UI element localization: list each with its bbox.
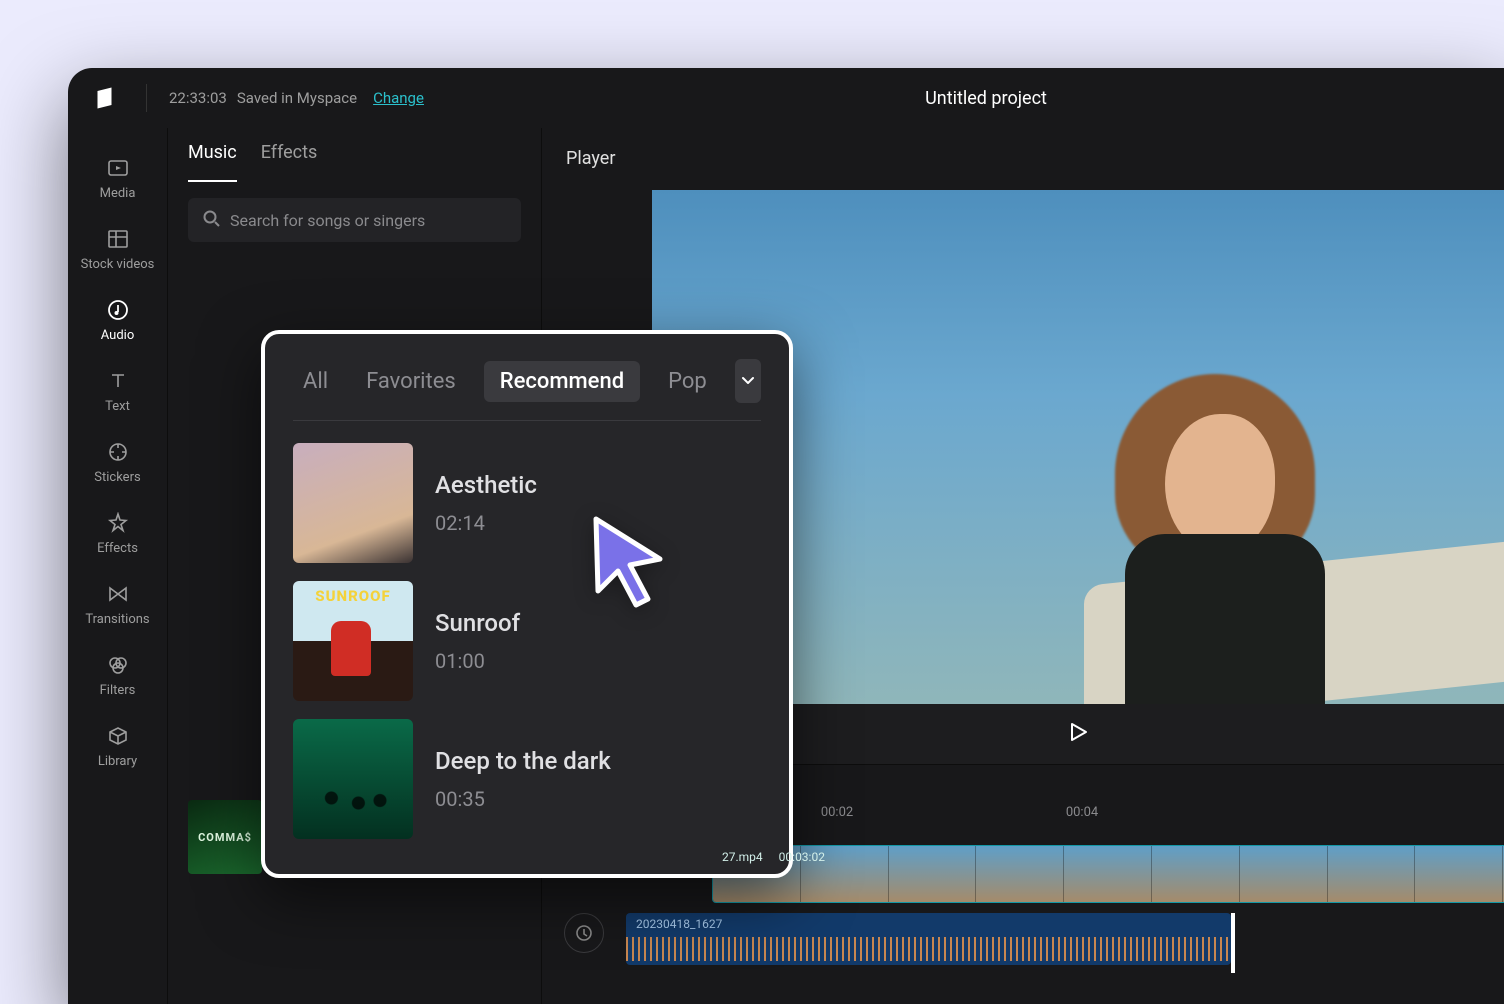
save-status: 22:33:03 Saved in Myspace Change: [169, 89, 424, 107]
popup-tab-pop[interactable]: Pop: [658, 363, 717, 400]
effects-icon: [106, 511, 130, 535]
rail-item-filters[interactable]: Filters: [68, 651, 167, 700]
preview-person-shape: [1035, 334, 1375, 704]
video-clip-label: 27.mp4 00:03:02: [722, 845, 825, 865]
stickers-icon: [106, 440, 130, 464]
search-input[interactable]: [230, 211, 507, 230]
song-duration: 02:14: [435, 511, 537, 535]
left-rail: Media Stock videos Audio Text Stickers E…: [68, 128, 168, 1004]
timeline-import-button[interactable]: [564, 913, 604, 953]
popup-expand-button[interactable]: [735, 359, 761, 403]
audio-clip-name: 20230418_1627: [636, 917, 722, 931]
rail-label: Stickers: [94, 470, 140, 485]
save-message: Saved in Myspace: [237, 89, 357, 107]
divider: [293, 420, 761, 421]
popup-song-list: Aesthetic 02:14 Sunroof 01:00 Deep to th…: [293, 443, 761, 839]
video-clip[interactable]: [712, 845, 1504, 903]
app-window: 22:33:03 Saved in Myspace Change Untitle…: [68, 68, 1504, 1004]
timeline-ruler[interactable]: 00:02 00:04: [712, 805, 1504, 835]
rail-label: Library: [98, 754, 137, 769]
audio-clip[interactable]: 20230418_1627: [626, 913, 1231, 965]
playhead[interactable]: [1231, 913, 1235, 973]
album-cover: [293, 719, 413, 839]
rail-label: Effects: [97, 541, 138, 556]
app-logo-icon[interactable]: [92, 82, 124, 114]
popup-tab-recommend[interactable]: Recommend: [484, 361, 640, 402]
rail-label: Transitions: [85, 612, 149, 627]
rail-label: Audio: [101, 328, 134, 343]
chevron-down-icon: [739, 372, 757, 390]
song-row-deep[interactable]: Deep to the dark 00:35: [293, 719, 761, 839]
song-row-sunroof[interactable]: Sunroof 01:00: [293, 581, 761, 701]
clip-filename: 27.mp4: [722, 850, 763, 864]
library-icon: [106, 724, 130, 748]
play-button[interactable]: [1068, 722, 1088, 746]
rail-item-library[interactable]: Library: [68, 722, 167, 771]
rail-label: Stock videos: [81, 257, 155, 272]
song-title: Aesthetic: [435, 471, 537, 499]
album-cover: [293, 443, 413, 563]
text-icon: [106, 369, 130, 393]
topbar: 22:33:03 Saved in Myspace Change Untitle…: [68, 68, 1504, 128]
search-icon: [202, 209, 220, 231]
project-title[interactable]: Untitled project: [686, 68, 1286, 128]
divider: [146, 84, 147, 112]
popup-tabs: All Favorites Recommend Pop: [293, 356, 761, 406]
rail-item-audio[interactable]: Audio: [68, 296, 167, 345]
rail-item-text[interactable]: Text: [68, 367, 167, 416]
song-title: Deep to the dark: [435, 747, 611, 775]
filters-icon: [106, 653, 130, 677]
change-link[interactable]: Change: [373, 89, 424, 107]
song-duration: 01:00: [435, 649, 520, 673]
song-title: Sunroof: [435, 609, 520, 637]
media-icon: [106, 156, 130, 180]
rail-label: Media: [100, 186, 136, 201]
popup-tab-favorites[interactable]: Favorites: [356, 363, 466, 400]
song-duration: 00:35: [435, 787, 611, 811]
search-box[interactable]: [188, 198, 521, 242]
rail-item-effects[interactable]: Effects: [68, 509, 167, 558]
ruler-tick: 00:04: [962, 805, 1202, 835]
album-cover: COMMA$: [188, 800, 262, 874]
rail-label: Filters: [100, 683, 136, 698]
album-cover: [293, 581, 413, 701]
audio-panel-tabs: Music Effects: [188, 142, 521, 182]
cursor-pointer-icon: [588, 513, 668, 608]
music-categories-popup: All Favorites Recommend Pop Aesthetic 02…: [261, 330, 793, 878]
song-row-aesthetic[interactable]: Aesthetic 02:14: [293, 443, 761, 563]
tab-music[interactable]: Music: [188, 142, 237, 182]
stock-videos-icon: [106, 227, 130, 251]
clip-duration: 00:03:02: [779, 850, 825, 864]
audio-icon: [106, 298, 130, 322]
save-time: 22:33:03: [169, 89, 227, 107]
rail-label: Text: [105, 399, 130, 414]
rail-item-transitions[interactable]: Transitions: [68, 580, 167, 629]
rail-item-media[interactable]: Media: [68, 154, 167, 203]
rail-item-stock-videos[interactable]: Stock videos: [68, 225, 167, 274]
popup-tab-all[interactable]: All: [293, 363, 338, 400]
tab-effects[interactable]: Effects: [261, 142, 318, 182]
player-label: Player: [542, 128, 1504, 189]
transitions-icon: [106, 582, 130, 606]
rail-item-stickers[interactable]: Stickers: [68, 438, 167, 487]
audio-waveform: [626, 937, 1231, 961]
